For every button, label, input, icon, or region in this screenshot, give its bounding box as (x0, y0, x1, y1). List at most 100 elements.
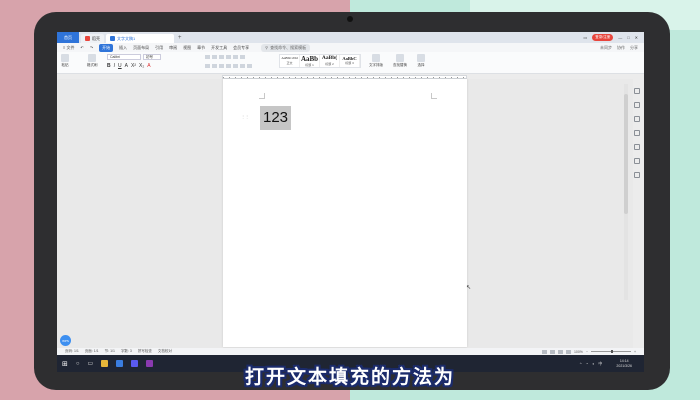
status-page[interactable]: 页码: 1/1 (65, 349, 79, 354)
login-button[interactable]: 登录/注册 (592, 34, 614, 41)
scroll-thumb[interactable] (624, 94, 628, 214)
sidebar-select-icon[interactable] (634, 116, 640, 122)
status-pages[interactable]: 页面: 1/1 (85, 349, 99, 354)
format-painter-button[interactable]: 格式刷 (87, 54, 98, 68)
undo-icon[interactable]: ↶ (80, 45, 83, 50)
zoom-slider[interactable] (590, 350, 631, 353)
sidebar-shape-icon[interactable] (634, 130, 640, 136)
wps-assistant-badge[interactable]: WPS (60, 335, 71, 346)
menu-insert[interactable]: 插入 (119, 45, 127, 51)
superscript-button[interactable]: X² (131, 63, 136, 69)
maximize-icon[interactable]: □ (627, 35, 629, 40)
menu-references[interactable]: 引用 (155, 45, 163, 51)
align-left-icon[interactable] (205, 64, 210, 68)
tab-document[interactable]: 文字文稿1 (106, 34, 174, 43)
window-icon[interactable]: ▭ (583, 35, 587, 40)
border-icon[interactable] (247, 64, 252, 68)
paragraph-row-2 (205, 64, 252, 68)
sync-status[interactable]: 未同步 (600, 45, 612, 51)
style-label: 标题 3 (345, 61, 354, 66)
menu-chapter[interactable]: 章节 (197, 45, 205, 51)
status-bar: 页码: 1/1 页面: 1/1 节: 1/1 字数: 3 拼写检查 文档校对 1… (57, 348, 644, 355)
bold-button[interactable]: B (107, 63, 111, 69)
select-button[interactable]: 选择 (417, 54, 425, 68)
vertical-scrollbar[interactable] (624, 84, 628, 300)
menu-view[interactable]: 视图 (183, 45, 191, 51)
margin-marker (259, 93, 265, 99)
text-layout-icon (372, 54, 380, 62)
sidebar-style-icon[interactable] (634, 102, 640, 108)
sidebar-property-icon[interactable] (634, 144, 640, 150)
menu-layout[interactable]: 页面布局 (133, 45, 149, 51)
shading-icon[interactable] (240, 64, 245, 68)
bullet-list-icon[interactable] (205, 55, 210, 59)
align-center-icon[interactable] (212, 64, 217, 68)
font-size-select[interactable]: 初号 (143, 54, 161, 60)
document-page[interactable]: ⋮⋮ 123 ↖ (223, 79, 471, 347)
search-placeholder: 查找命令、搜索模板 (270, 44, 307, 50)
status-proofread[interactable]: 文档校对 (158, 349, 172, 354)
paste-button[interactable]: 粘贴 (61, 54, 69, 68)
right-sidebar (631, 84, 643, 304)
margin-marker (431, 93, 437, 99)
tab-home[interactable]: 首页 (57, 32, 79, 43)
indent-icon[interactable] (226, 55, 231, 59)
selected-text[interactable]: 123 (260, 106, 292, 130)
style-heading-3[interactable]: AaBbC 标题 3 (340, 55, 360, 67)
web-layout-icon[interactable] (549, 349, 555, 354)
paragraph-handle-icon[interactable]: ⋮⋮ (241, 114, 249, 119)
command-search[interactable]: ⚲ 查找命令、搜索模板 (261, 43, 311, 52)
show-marks-icon[interactable] (240, 55, 245, 59)
close-icon[interactable]: ✕ (635, 35, 638, 40)
sidebar-backup-icon[interactable] (634, 158, 640, 164)
style-heading-1[interactable]: AaBb 标题 1 (300, 55, 320, 67)
share-button[interactable]: 分享 (630, 45, 638, 51)
style-heading-2[interactable]: AaBb( 标题 2 (320, 55, 340, 67)
underline-button[interactable]: U (118, 63, 122, 69)
sort-icon[interactable] (233, 55, 238, 59)
format-painter-label: 格式刷 (87, 63, 98, 67)
camera-icon (347, 16, 353, 22)
status-spellcheck[interactable]: 拼写检查 (138, 349, 152, 354)
align-right-icon[interactable] (219, 64, 224, 68)
sidebar-help-icon[interactable] (634, 172, 640, 178)
text-layout-button[interactable]: 文字排版 (369, 54, 383, 68)
subscript-button[interactable]: X₂ (139, 63, 144, 69)
redo-icon[interactable]: ↷ (90, 45, 93, 50)
status-word-count[interactable]: 字数: 3 (121, 349, 132, 354)
line-spacing-icon[interactable] (233, 64, 238, 68)
style-normal[interactable]: AaBbCcDd 正文 (280, 55, 300, 67)
reading-view-icon[interactable] (565, 349, 571, 354)
zoom-level[interactable]: 100% (574, 350, 583, 354)
menu-home[interactable]: 开始 (99, 43, 114, 52)
find-replace-icon (396, 54, 404, 62)
zoom-out-icon[interactable]: − (586, 350, 588, 354)
sidebar-toggle-icon[interactable] (634, 88, 640, 94)
outline-view-icon[interactable] (557, 349, 563, 354)
font-name-select[interactable]: Calibri (107, 54, 141, 60)
highlight-button[interactable]: A (147, 63, 150, 69)
menu-bar: ≡ 文件 ↶ ↷ 开始 插入 页面布局 引用 审阅 视图 章节 开发工具 会员专… (57, 43, 644, 52)
file-menu[interactable]: ≡ 文件 (63, 45, 74, 51)
collaborate-button[interactable]: 协作 (617, 45, 625, 51)
status-section[interactable]: 节: 1/1 (105, 349, 115, 354)
menu-review[interactable]: 审阅 (169, 45, 177, 51)
zoom-in-icon[interactable]: + (634, 350, 636, 354)
docer-icon (85, 36, 90, 41)
style-sample: AaBb (300, 54, 319, 63)
find-replace-button[interactable]: 查找替换 (393, 54, 407, 68)
find-replace-label: 查找替换 (393, 63, 407, 67)
number-list-icon[interactable] (212, 55, 217, 59)
tab-docer[interactable]: 稻壳 (81, 34, 104, 43)
style-label: 标题 2 (325, 61, 334, 66)
print-layout-icon[interactable] (541, 349, 547, 354)
outdent-icon[interactable] (219, 55, 224, 59)
justify-icon[interactable] (226, 64, 231, 68)
font-color-button[interactable]: A (125, 63, 128, 69)
screen: 首页 稻壳 文字文稿1 + ▭ 登录/注册 — □ ✕ ≡ 文件 ↶ ↷ 开始 … (57, 32, 644, 372)
menu-developer[interactable]: 开发工具 (211, 45, 227, 51)
italic-button[interactable]: I (114, 63, 115, 69)
new-tab-button[interactable]: + (178, 35, 182, 41)
menu-member[interactable]: 会员专享 (233, 45, 249, 51)
minimize-icon[interactable]: — (618, 35, 622, 40)
